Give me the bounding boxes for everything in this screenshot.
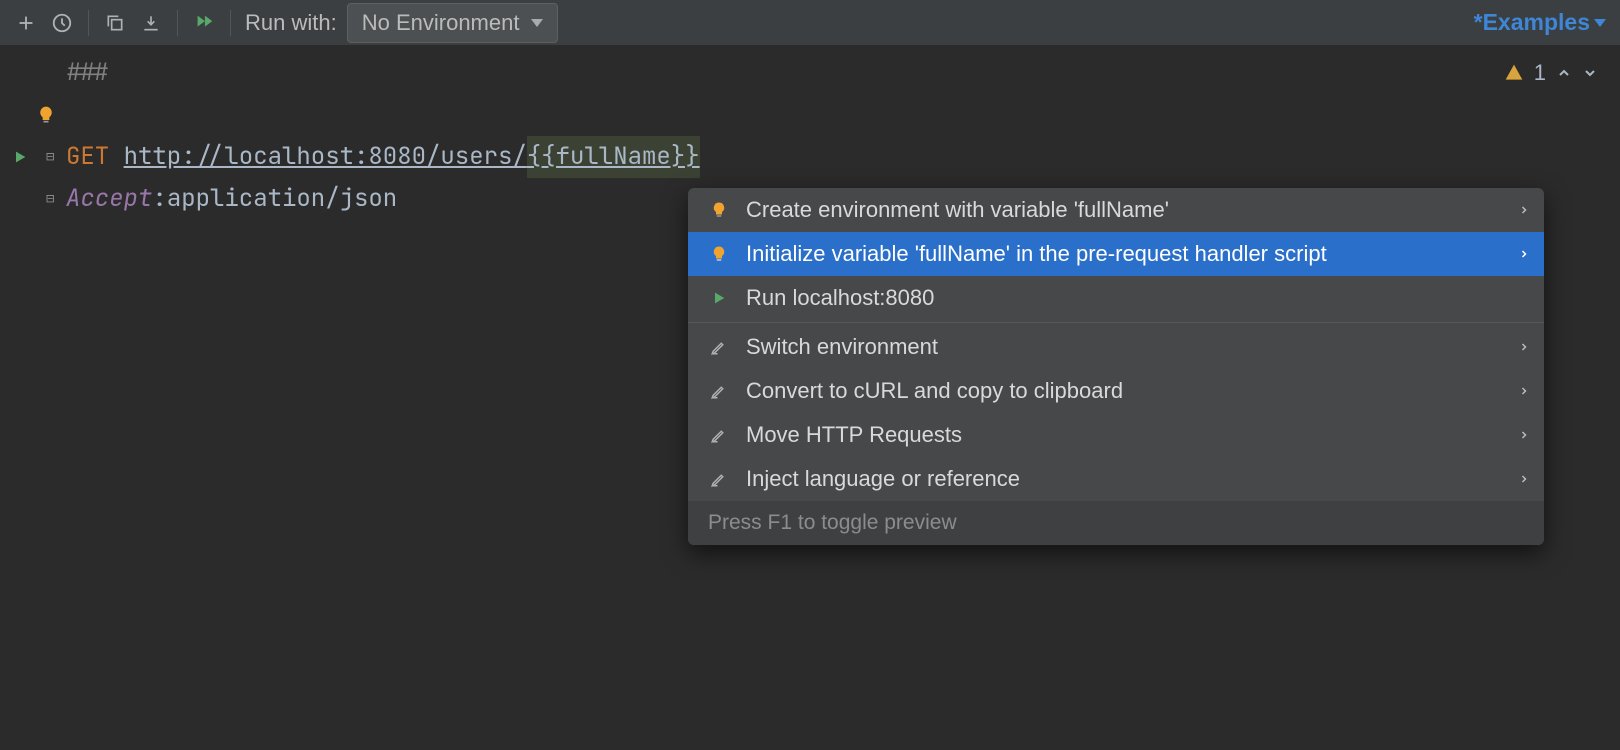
code-line: [0, 94, 1620, 136]
pencil-icon: [704, 470, 734, 488]
popup-footer-text: Press F1 to toggle preview: [708, 511, 957, 535]
run-gutter-icon[interactable]: [12, 149, 28, 165]
pencil-icon: [704, 426, 734, 444]
popup-item-init-variable[interactable]: Initialize variable 'fullName' in the pr…: [688, 232, 1544, 276]
popup-footer: Press F1 to toggle preview: [688, 501, 1544, 545]
popup-item-label: Inject language or reference: [746, 466, 1020, 492]
http-method: GET: [66, 136, 109, 178]
bulb-icon: [704, 245, 734, 263]
toolbar-separator: [88, 10, 89, 36]
environment-dropdown[interactable]: No Environment: [347, 3, 559, 43]
run-all-button[interactable]: [186, 5, 222, 41]
chevron-right-icon: [1518, 427, 1530, 443]
environment-selected: No Environment: [362, 10, 520, 36]
pencil-icon: [704, 382, 734, 400]
run-with-label: Run with:: [245, 10, 337, 36]
add-button[interactable]: [8, 5, 44, 41]
popup-item-label: Run localhost:8080: [746, 285, 934, 311]
examples-label: *Examples: [1474, 9, 1590, 36]
fold-icon[interactable]: ⊟: [46, 187, 56, 212]
http-url: http://localhost:8080/users/: [124, 136, 527, 178]
request-separator: ###: [66, 52, 109, 94]
gutter: ⊟: [0, 187, 66, 212]
bulb-icon: [704, 201, 734, 219]
intention-popup: Create environment with variable 'fullNa…: [688, 188, 1544, 545]
http-header-name: Accept: [66, 178, 152, 220]
colon: :: [152, 178, 166, 220]
toolbar-separator: [177, 10, 178, 36]
fold-icon[interactable]: ⊟: [46, 145, 56, 170]
popup-item-switch-env[interactable]: Switch environment: [688, 325, 1544, 369]
chevron-down-icon: [1594, 18, 1606, 28]
http-variable: {{fullName}}: [527, 136, 700, 178]
chevron-right-icon: [1518, 471, 1530, 487]
popup-item-label: Move HTTP Requests: [746, 422, 962, 448]
intention-bulb-icon[interactable]: [36, 105, 56, 125]
popup-item-move-requests[interactable]: Move HTTP Requests: [688, 413, 1544, 457]
examples-link[interactable]: *Examples: [1474, 9, 1606, 36]
popup-item-label: Create environment with variable 'fullNa…: [746, 197, 1169, 223]
gutter: [0, 105, 66, 125]
popup-item-convert-curl[interactable]: Convert to cURL and copy to clipboard: [688, 369, 1544, 413]
popup-item-label: Switch environment: [746, 334, 938, 360]
http-header-value: application/json: [167, 178, 397, 220]
chevron-down-icon: [531, 18, 543, 28]
popup-item-run-request[interactable]: Run localhost:8080: [688, 276, 1544, 320]
chevron-right-icon: [1518, 339, 1530, 355]
chevron-right-icon: [1518, 202, 1530, 218]
pencil-icon: [704, 338, 734, 356]
popup-item-label: Initialize variable 'fullName' in the pr…: [746, 241, 1327, 267]
play-icon: [704, 290, 734, 306]
gutter: ⊟: [0, 145, 66, 170]
toolbar-separator: [230, 10, 231, 36]
chevron-right-icon: [1518, 246, 1530, 262]
popup-item-label: Convert to cURL and copy to clipboard: [746, 378, 1123, 404]
toolbar: Run with: No Environment *Examples: [0, 0, 1620, 46]
import-button[interactable]: [133, 5, 169, 41]
popup-separator: [688, 322, 1544, 323]
code-line: ###: [0, 52, 1620, 94]
popup-item-create-env[interactable]: Create environment with variable 'fullNa…: [688, 188, 1544, 232]
chevron-right-icon: [1518, 383, 1530, 399]
code-line: ⊟ GET http://localhost:8080/users/{{full…: [0, 136, 1620, 178]
history-button[interactable]: [44, 5, 80, 41]
copy-button[interactable]: [97, 5, 133, 41]
popup-item-inject-language[interactable]: Inject language or reference: [688, 457, 1544, 501]
